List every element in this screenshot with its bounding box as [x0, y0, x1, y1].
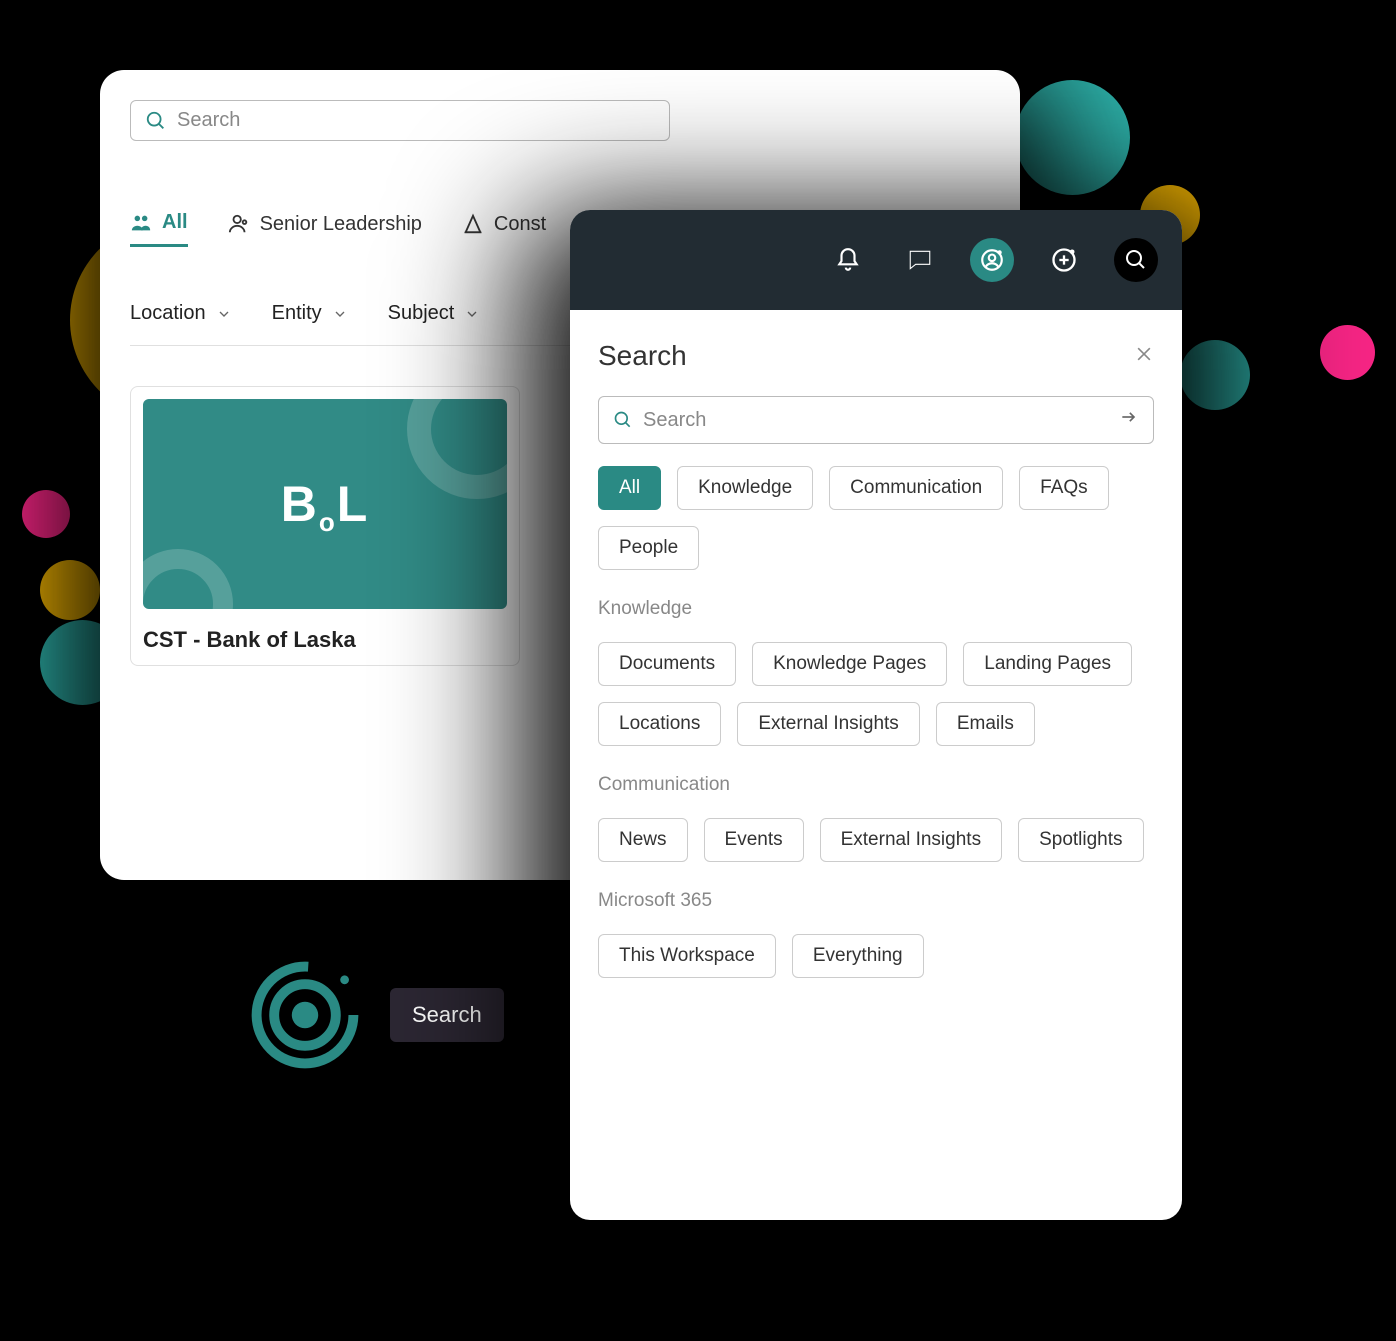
chat-button[interactable] [898, 238, 942, 282]
chip-landing-pages[interactable]: Landing Pages [963, 642, 1132, 686]
chip-this-workspace[interactable]: This Workspace [598, 934, 776, 978]
chip-spotlights[interactable]: Spotlights [1018, 818, 1143, 862]
tab-senior-leadership[interactable]: Senior Leadership [228, 211, 422, 247]
card-image: BoL [143, 399, 507, 609]
target-icon [250, 960, 360, 1070]
chip-knowledge-pages[interactable]: Knowledge Pages [752, 642, 947, 686]
decor-ring [143, 549, 233, 609]
top-bar [570, 210, 1182, 310]
chip-external-insights-2[interactable]: External Insights [820, 818, 1002, 862]
filter-location[interactable]: Location [130, 302, 232, 325]
filter-label: Entity [272, 302, 322, 325]
knowledge-chips: Documents Knowledge Pages Landing Pages … [598, 642, 1154, 746]
close-icon [1134, 344, 1154, 364]
filter-label: Subject [388, 302, 455, 325]
top-filter-chips: All Knowledge Communication FAQs People [598, 466, 1154, 570]
tab-all[interactable]: All [130, 211, 188, 247]
m365-chips: This Workspace Everything [598, 934, 1154, 978]
filter-label: Location [130, 302, 206, 325]
result-card[interactable]: BoL CST - Bank of Laska [130, 386, 520, 666]
search-placeholder: Search [177, 109, 240, 132]
search-button[interactable] [1114, 238, 1158, 282]
chevron-down-icon [216, 306, 232, 322]
card-logo: BoL [281, 475, 370, 533]
badge-label: Search [390, 988, 504, 1042]
search-icon [145, 110, 167, 132]
decor-circle [1320, 325, 1375, 380]
search-icon [1124, 248, 1148, 272]
chip-knowledge[interactable]: Knowledge [677, 466, 813, 510]
filter-entity[interactable]: Entity [272, 302, 348, 325]
add-button[interactable] [1042, 238, 1086, 282]
chip-everything[interactable]: Everything [792, 934, 924, 978]
people-icon [130, 212, 152, 234]
tab-label: All [162, 211, 188, 234]
section-label-m365: Microsoft 365 [598, 890, 1154, 912]
search-panel: Search Search All Knowledge Communicatio… [570, 210, 1182, 1220]
chip-documents[interactable]: Documents [598, 642, 736, 686]
search-icon [613, 410, 633, 430]
search-input[interactable]: Search [130, 100, 670, 141]
tab-label: Const [494, 213, 546, 236]
person-icon [228, 213, 250, 235]
chip-news[interactable]: News [598, 818, 688, 862]
construction-icon [462, 213, 484, 235]
close-button[interactable] [1134, 344, 1154, 369]
decor-circle [40, 560, 100, 620]
chip-emails[interactable]: Emails [936, 702, 1035, 746]
profile-button[interactable] [970, 238, 1014, 282]
chip-external-insights[interactable]: External Insights [737, 702, 919, 746]
decor-circle [22, 490, 70, 538]
arrow-right-icon [1119, 407, 1139, 427]
chip-locations[interactable]: Locations [598, 702, 721, 746]
card-title: CST - Bank of Laska [143, 627, 507, 653]
bell-icon [835, 247, 861, 273]
chevron-down-icon [464, 306, 480, 322]
decor-circle [1015, 80, 1130, 195]
panel-title: Search [598, 340, 687, 372]
badge-block: Search [250, 960, 504, 1070]
plus-circle-icon [1050, 246, 1078, 274]
section-label-knowledge: Knowledge [598, 598, 1154, 620]
tab-const[interactable]: Const [462, 211, 546, 247]
tab-label: Senior Leadership [260, 213, 422, 236]
notifications-button[interactable] [826, 238, 870, 282]
chip-people[interactable]: People [598, 526, 699, 570]
avatar-icon [979, 247, 1005, 273]
decor-circle [1180, 340, 1250, 410]
chip-communication[interactable]: Communication [829, 466, 1003, 510]
chat-icon [907, 247, 933, 273]
filter-subject[interactable]: Subject [388, 302, 481, 325]
chevron-down-icon [332, 306, 348, 322]
panel-search-placeholder: Search [643, 409, 706, 432]
decor-ring [407, 399, 507, 499]
chip-events[interactable]: Events [704, 818, 804, 862]
communication-chips: News Events External Insights Spotlights [598, 818, 1154, 862]
section-label-communication: Communication [598, 774, 1154, 796]
panel-search-input[interactable]: Search [598, 396, 1154, 444]
chip-all[interactable]: All [598, 466, 661, 510]
chip-faqs[interactable]: FAQs [1019, 466, 1109, 510]
submit-search-button[interactable] [1119, 407, 1139, 433]
